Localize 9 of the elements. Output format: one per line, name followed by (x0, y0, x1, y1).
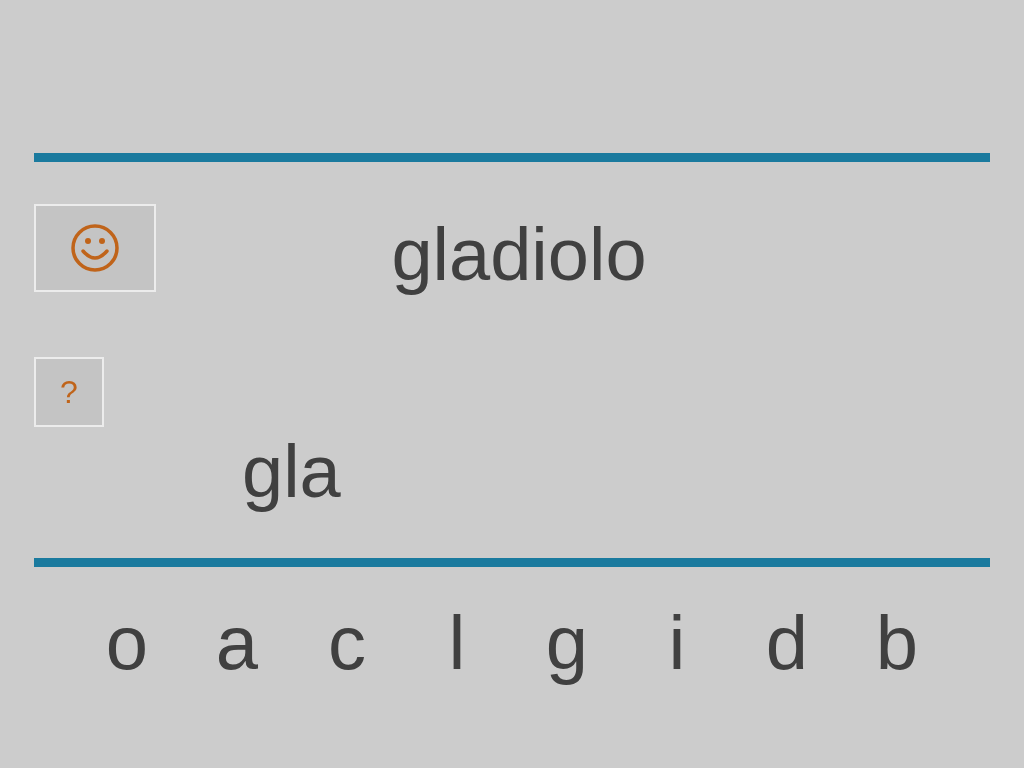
letter-tile[interactable]: d (732, 605, 842, 681)
letter-tile[interactable]: b (842, 605, 952, 681)
letter-tile[interactable]: l (402, 605, 512, 681)
letter-tile[interactable]: i (622, 605, 732, 681)
letter-tile[interactable]: c (292, 605, 402, 681)
smiley-icon (70, 223, 120, 273)
letter-tile[interactable]: a (182, 605, 292, 681)
letter-tile[interactable]: o (72, 605, 182, 681)
smiley-button[interactable] (34, 204, 156, 292)
